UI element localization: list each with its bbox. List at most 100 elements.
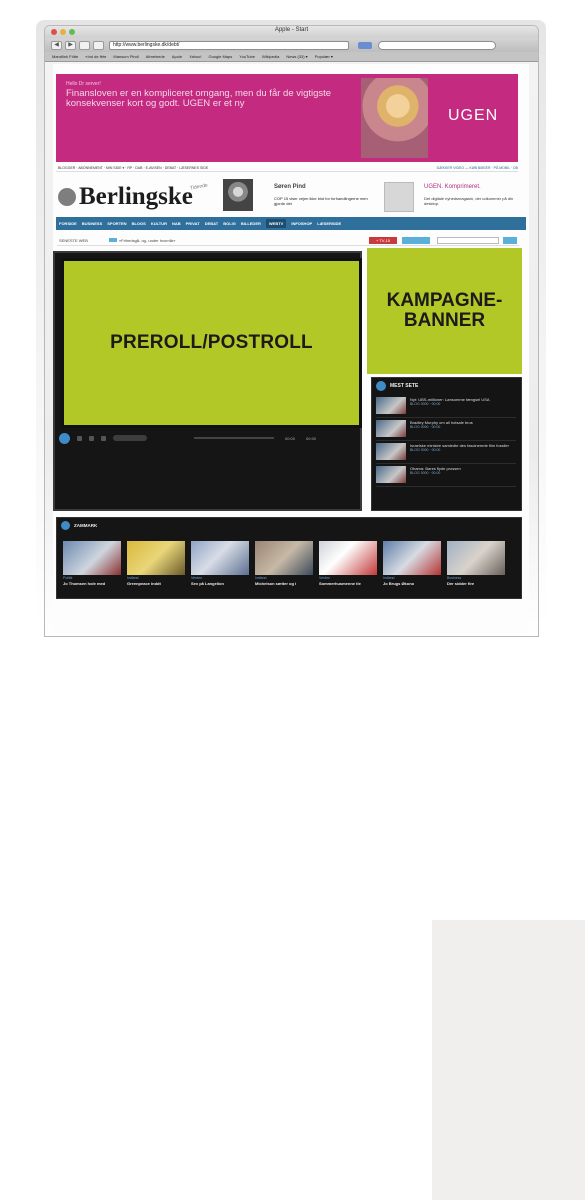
breadcrumb-section[interactable]: SENESTE WEB <box>59 238 88 243</box>
video-thumbnail[interactable] <box>376 420 406 437</box>
campaign-label: KAMPAGNE-BANNER <box>385 291 505 331</box>
top-ad-banner[interactable]: Hello Dr server! Finansloven er en kompl… <box>56 74 518 162</box>
progress-bar[interactable] <box>194 437 274 439</box>
web-page: Hello Dr server! Finansloven er en kompl… <box>53 64 529 634</box>
bookmark-item[interactable]: Mandlink Fötte <box>52 54 78 59</box>
share-button[interactable] <box>113 435 147 441</box>
bookmark-item[interactable]: News (33) ▾ <box>286 54 307 59</box>
list-item-meta: BLOG 0000 · 00:00 <box>410 471 441 475</box>
search-go-button[interactable] <box>503 237 517 244</box>
nav-item-billeder[interactable]: BILLEDER <box>241 221 261 226</box>
play-icon[interactable] <box>59 432 70 444</box>
nav-item-bolig[interactable]: BOLIG <box>223 221 236 226</box>
video-strip: ZAMMARK Politik Jo Thomsen hole med Indl… <box>56 517 522 599</box>
strip-item-caption[interactable]: Michelson sætter og i <box>255 581 313 586</box>
nav-item-kultur[interactable]: KULTUR <box>151 221 167 226</box>
strip-item[interactable]: Verden Sommerhusmenne tle <box>319 541 377 586</box>
bookmark-item[interactable]: Afmelnede <box>146 54 165 59</box>
nav-item-nab[interactable]: NAB <box>172 221 181 226</box>
strip-item[interactable]: Verden Sex på Langelion <box>191 541 249 586</box>
nav-item-business[interactable]: BUSINESS <box>82 221 102 226</box>
video-thumbnail[interactable] <box>191 541 249 575</box>
bookmark-item[interactable]: Mansum Pindi <box>113 54 138 59</box>
promo-title[interactable]: UGEN. Komprimeret. <box>424 184 481 190</box>
ad-eyebrow: Hello Dr server! <box>66 81 101 87</box>
bookmark-item[interactable]: Populær ▾ <box>315 54 333 59</box>
address-bar[interactable]: http://www.berlingske.dk/debt/ <box>109 40 349 50</box>
strip-item[interactable]: Politik Jo Thomsen hole med <box>63 541 121 586</box>
promo-text: Det digitale nyhedsmagasin, der udkommer… <box>424 196 514 206</box>
rss-icon[interactable] <box>358 41 372 49</box>
nav-item-infoshop[interactable]: INFOSHOP <box>291 221 312 226</box>
stop-icon[interactable] <box>77 435 82 441</box>
bookmark-item[interactable]: Wikipedia <box>262 54 279 59</box>
strip-item-caption[interactable]: Jo Thomsen hole med <box>63 581 121 586</box>
columnist-name[interactable]: Søren Pind <box>274 184 306 190</box>
strip-item[interactable]: Indland Jo Brugs Økono <box>383 541 441 586</box>
nav-item-debat[interactable]: DEBAT <box>205 221 218 226</box>
top-links-left[interactable]: BLOGGER · ABONNEMENT · MIN SIDE ▾ · RP ·… <box>58 166 208 170</box>
list-item-meta: BLOG 0000 · 00:00 <box>410 402 441 406</box>
forward-button[interactable]: ▶ <box>65 40 76 50</box>
strip-item-caption[interactable]: Sex på Langelion <box>191 581 249 586</box>
video-thumbnail[interactable] <box>376 397 406 414</box>
breadcrumb-title[interactable]: «Frihedsgå- og- under hvornår» <box>119 238 175 243</box>
bookmark-item[interactable]: Google Maps <box>208 54 232 59</box>
strip-item[interactable]: Indland Greenpeace inddt <box>127 541 185 586</box>
bookmark-item[interactable]: YouTube <box>239 54 255 59</box>
list-item[interactable]: Obama: Bares flyde prossen BLOG 0000 · 0… <box>376 464 516 487</box>
strip-title: ZAMMARK <box>74 523 98 528</box>
nav-item-webtv[interactable]: WEBTV <box>265 219 287 228</box>
list-item[interactable]: Bradley Murphy om all hotsale brus BLOG … <box>376 418 516 441</box>
preroll-area[interactable]: PREROLL/POSTROLL <box>61 258 362 428</box>
video-search-input[interactable] <box>437 237 499 244</box>
video-player[interactable]: PREROLL/POSTROLL 00:00 00:00 <box>53 251 362 511</box>
columnist-photo[interactable] <box>223 179 253 211</box>
list-item-meta: BLOG 0000 · 00:00 <box>410 425 441 429</box>
list-item-meta: BLOG 0000 · 00:00 <box>410 448 441 452</box>
search-input[interactable] <box>378 40 496 50</box>
promo-image[interactable] <box>384 182 414 212</box>
volume-icon[interactable] <box>89 435 94 441</box>
bookmark-item[interactable]: «Ind de fête <box>85 54 106 59</box>
top-links-right[interactable]: DÆKKER VIDEO — KØB BØGER · PÅ MOBIL · DB <box>437 166 518 170</box>
breadcrumb: SENESTE WEB «Frihedsgå- og- under hvornå… <box>57 236 519 246</box>
video-thumbnail[interactable] <box>383 541 441 575</box>
nav-item-sporten[interactable]: SPORTEN <box>107 221 126 226</box>
reload-button[interactable] <box>79 40 90 50</box>
strip-item[interactable]: Business Der sidder fire <box>447 541 505 586</box>
strip-item-caption[interactable]: Jo Brugs Økono <box>383 581 441 586</box>
video-thumbnail[interactable] <box>447 541 505 575</box>
site-logo[interactable]: Berlingske <box>79 183 193 211</box>
time-current: 00:00 <box>285 435 296 441</box>
most-viewed-list: Nyt: UBS-millioner: Lønsomme fængsel USA… <box>376 395 516 487</box>
fullscreen-icon[interactable] <box>101 435 106 441</box>
background-panel <box>432 920 585 1200</box>
nav-item-laeserside[interactable]: LÆSERSIDE <box>317 221 341 226</box>
strip-item-caption[interactable]: Greenpeace inddt <box>127 581 185 586</box>
video-thumbnail[interactable] <box>127 541 185 575</box>
video-thumbnail[interactable] <box>376 466 406 483</box>
list-item[interactable]: Israelske ministre samledte des fasciner… <box>376 441 516 464</box>
nav-item-forside[interactable]: FORSIDE <box>59 221 77 226</box>
nav-item-privat[interactable]: PRIVAT <box>186 221 200 226</box>
berlingske-emblem-icon <box>58 188 76 206</box>
video-thumbnail[interactable] <box>319 541 377 575</box>
list-item[interactable]: Nyt: UBS-millioner: Lønsomme fængsel USA… <box>376 395 516 418</box>
video-thumbnail[interactable] <box>63 541 121 575</box>
tv-icon <box>376 381 386 391</box>
bookmark-item[interactable]: Yahoo! <box>189 54 201 59</box>
bookmark-item[interactable]: Apole <box>172 54 182 59</box>
video-thumbnail[interactable] <box>255 541 313 575</box>
strip-item[interactable]: Indland Michelson sætter og i <box>255 541 313 586</box>
add-bookmark-button[interactable] <box>93 40 104 50</box>
columnist-teaser[interactable]: COP 15 viser vejen ikke blot for forhand… <box>274 196 374 206</box>
strip-item-caption[interactable]: Der sidder fire <box>447 581 505 586</box>
back-button[interactable]: ◀ <box>51 40 62 50</box>
nav-item-blogs[interactable]: BLOGS <box>132 221 146 226</box>
tv-button[interactable]: + TV-15 <box>369 237 397 244</box>
strip-item-caption[interactable]: Sommerhusmenne tle <box>319 581 377 586</box>
filter-button[interactable] <box>402 237 430 244</box>
video-thumbnail[interactable] <box>376 443 406 460</box>
campaign-banner[interactable]: KAMPAGNE-BANNER <box>367 248 522 374</box>
